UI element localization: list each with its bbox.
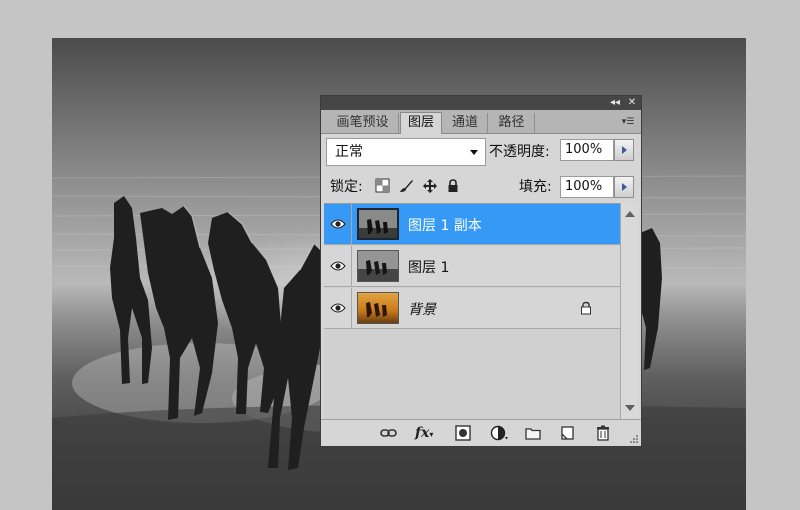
fx-icon[interactable]: fx▾ (415, 424, 435, 442)
trash-icon[interactable] (593, 424, 613, 442)
chevron-down-icon (470, 150, 478, 155)
group-folder-icon[interactable] (523, 424, 543, 442)
layer-thumbnail (357, 208, 399, 240)
lock-transparent-pixels-icon[interactable] (375, 178, 391, 194)
visibility-toggle[interactable] (324, 288, 352, 328)
layer-mask-icon[interactable] (453, 424, 473, 442)
eye-icon[interactable] (330, 302, 346, 314)
panel-tabs: 画笔预设 图层 通道 路径 ▾☰ (321, 110, 641, 134)
panel-titlebar[interactable]: ◂◂ ✕ (321, 96, 641, 110)
adjustment-layer-icon[interactable] (489, 424, 509, 442)
lock-all-icon[interactable] (445, 178, 461, 194)
fill-value: 100% (565, 179, 603, 194)
fill-label: 填充: (519, 179, 552, 195)
visibility-toggle[interactable] (324, 246, 352, 286)
tab-layers[interactable]: 图层 (400, 112, 442, 134)
tab-brush-presets[interactable]: 画笔预设 (327, 113, 399, 134)
close-icon[interactable]: ✕ (625, 96, 639, 110)
lock-position-icon[interactable] (422, 178, 438, 194)
collapse-icon[interactable]: ◂◂ (607, 96, 623, 110)
blend-mode-select[interactable]: 正常 (326, 138, 486, 166)
layer-thumbnail (357, 250, 399, 282)
panel-menu-icon[interactable]: ▾☰ (619, 115, 637, 129)
scroll-up-icon[interactable] (625, 211, 635, 217)
eye-icon[interactable] (330, 218, 346, 230)
link-layers-icon[interactable] (379, 424, 399, 442)
lock-image-pixels-icon[interactable] (398, 178, 414, 194)
eye-icon[interactable] (330, 260, 346, 272)
layer-thumbnail (357, 292, 399, 324)
layer-name[interactable]: 图层 1 副本 (408, 215, 482, 235)
opacity-label: 不透明度: (489, 144, 550, 160)
lock-icon (581, 301, 591, 315)
layer-row-1[interactable]: 图层 1 (324, 246, 620, 287)
layers-bottom-toolbar: fx▾ (321, 419, 641, 446)
layer-row-copy[interactable]: 图层 1 副本 (324, 204, 620, 245)
lock-label: 锁定: (330, 179, 363, 195)
visibility-toggle[interactable] (324, 204, 352, 244)
fill-stepper[interactable] (614, 176, 634, 198)
tab-channels[interactable]: 通道 (443, 113, 488, 134)
layers-list: 图层 1 副本 图层 1 背景 (324, 203, 620, 420)
resize-grip-icon[interactable] (629, 434, 639, 444)
layer-row-background[interactable]: 背景 (324, 288, 620, 329)
tab-paths[interactable]: 路径 (489, 113, 535, 134)
opacity-stepper[interactable] (614, 139, 634, 161)
fill-input[interactable]: 100% (560, 176, 614, 198)
scroll-down-icon[interactable] (625, 405, 635, 411)
layers-scrollbar[interactable] (620, 203, 638, 419)
opacity-input[interactable]: 100% (560, 139, 614, 161)
layer-name[interactable]: 图层 1 (408, 257, 449, 277)
layer-name[interactable]: 背景 (408, 299, 436, 319)
new-layer-icon[interactable] (557, 424, 577, 442)
blend-mode-value: 正常 (335, 144, 363, 160)
opacity-value: 100% (565, 142, 603, 157)
